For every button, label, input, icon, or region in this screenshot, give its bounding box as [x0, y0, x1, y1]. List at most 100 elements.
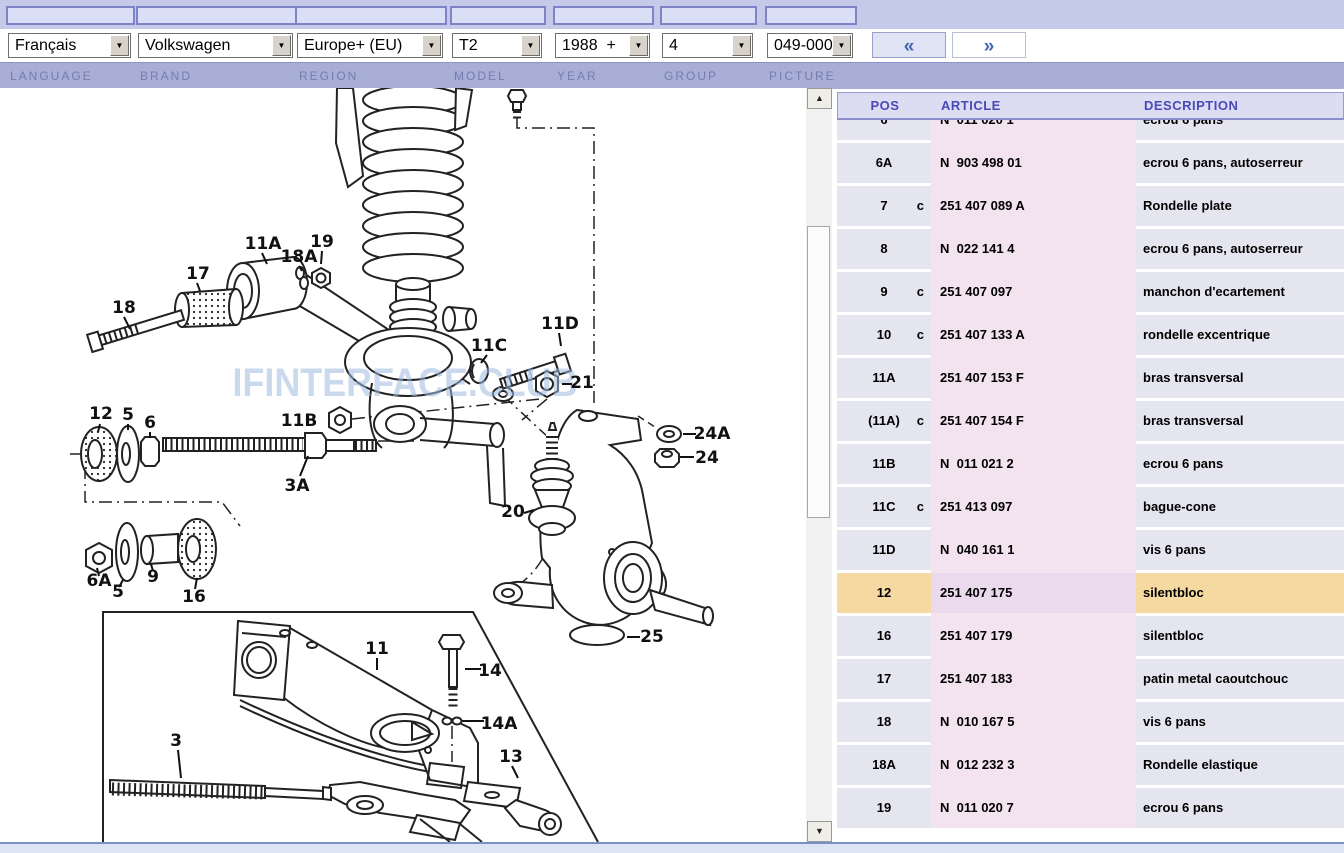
description-cell: silentbloc [1136, 573, 1344, 613]
table-row[interactable]: 18AN 012 232 3Rondelle elastique [837, 745, 1344, 785]
dropdown-arrow-icon[interactable]: ▼ [832, 35, 851, 56]
table-row[interactable]: 8N 022 141 4ecrou 6 pans, autoserreur [837, 229, 1344, 269]
description-cell: ecrou 6 pans, autoserreur [1136, 143, 1344, 183]
language-dropdown[interactable]: Français▼ [8, 33, 131, 58]
brand-dropdown-value: Volkswagen [145, 34, 272, 57]
diagram-position-label[interactable]: 6 [144, 413, 156, 433]
table-scrollbar[interactable]: ▲ ▼ [806, 88, 832, 842]
table-row[interactable]: 10c251 407 133 Arondelle excentrique [837, 315, 1344, 355]
description-cell: ecrou 6 pans [1136, 788, 1344, 828]
diagram-position-label[interactable]: 24 [695, 448, 719, 468]
table-row[interactable]: 6N 011 020 1ecrou 6 pans [837, 120, 1344, 140]
pos-cell: 18A [837, 745, 931, 785]
table-row[interactable]: 7c251 407 089 ARondelle plate [837, 186, 1344, 226]
table-row[interactable]: (11A)c251 407 154 Fbras transversal [837, 401, 1344, 441]
table-row[interactable]: 19N 011 020 7ecrou 6 pans [837, 788, 1344, 828]
pos-cell: 11Cc [837, 487, 931, 527]
diagram-position-label[interactable]: 13 [499, 747, 523, 767]
diagram-position-label[interactable]: 24A [694, 424, 732, 444]
diagram-position-label[interactable]: 11B [281, 411, 318, 431]
dropdown-arrow-icon[interactable]: ▼ [110, 35, 129, 56]
pos-cell: 12 [837, 573, 931, 613]
pos-cell: 9c [837, 272, 931, 312]
description-cell: vis 6 pans [1136, 702, 1344, 742]
article-cell: N 012 232 3 [931, 745, 1136, 785]
field-label-picture: PICTURE [769, 63, 836, 89]
description-cell: ecrou 6 pans [1136, 444, 1344, 484]
next-picture-button[interactable]: » [952, 32, 1026, 58]
picture-dropdown-value: 049-000 [774, 34, 832, 57]
table-row[interactable]: 11A251 407 153 Fbras transversal [837, 358, 1344, 398]
column-header-description: DESCRIPTION [1137, 93, 1344, 118]
toolbar-slot-region [295, 6, 447, 25]
table-row[interactable]: 12251 407 175silentbloc [837, 573, 1344, 613]
toolbar: Français▼Volkswagen▼Europe+ (EU)▼T2▼1988… [0, 0, 1344, 88]
diagram-position-label[interactable]: 5 [122, 405, 134, 425]
diagram-position-label[interactable]: 11 [365, 639, 389, 659]
diagram-position-label[interactable]: 11C [471, 336, 507, 356]
diagram-position-label[interactable]: 11A [245, 234, 283, 254]
diagram-position-label[interactable]: 16 [182, 587, 206, 607]
diagram-position-label[interactable]: 6A [87, 571, 113, 591]
diagram-position-label[interactable]: 25 [640, 627, 664, 647]
article-cell: N 903 498 01 [931, 143, 1136, 183]
pos-cell: 6A [837, 143, 931, 183]
dropdown-arrow-icon[interactable]: ▼ [521, 35, 540, 56]
model-dropdown[interactable]: T2▼ [452, 33, 542, 58]
diagram-position-label[interactable]: 20 [501, 502, 525, 522]
table-row[interactable]: 16251 407 179silentbloc [837, 616, 1344, 656]
field-label-region: REGION [299, 63, 358, 89]
table-row[interactable]: 11DN 040 161 1vis 6 pans [837, 530, 1344, 570]
table-row[interactable]: 17251 407 183patin metal caoutchouc [837, 659, 1344, 699]
dropdown-arrow-icon[interactable]: ▼ [732, 35, 751, 56]
flag-cell: c [917, 401, 924, 441]
flag-cell: c [917, 315, 924, 355]
field-label-brand: BRAND [140, 63, 192, 89]
brand-dropdown[interactable]: Volkswagen▼ [138, 33, 293, 58]
diagram-position-label[interactable]: 12 [89, 404, 113, 424]
table-row[interactable]: 11Cc251 413 097bague-cone [837, 487, 1344, 527]
toolbar-slot-language [6, 6, 135, 25]
table-row[interactable]: 6AN 903 498 01ecrou 6 pans, autoserreur [837, 143, 1344, 183]
region-dropdown[interactable]: Europe+ (EU)▼ [297, 33, 443, 58]
scrollbar-thumb[interactable] [807, 226, 830, 518]
pos-cell: (11A)c [837, 401, 931, 441]
table-row[interactable]: 11BN 011 021 2ecrou 6 pans [837, 444, 1344, 484]
dropdown-arrow-icon[interactable]: ▼ [272, 35, 291, 56]
diagram-position-label[interactable]: 9 [147, 567, 159, 587]
dropdown-arrow-icon[interactable]: ▼ [422, 35, 441, 56]
dropdown-arrow-icon[interactable]: ▼ [629, 35, 648, 56]
diagram-position-label[interactable]: 14A [481, 714, 519, 734]
diagram-position-label[interactable]: 3 [170, 731, 182, 751]
scroll-up-icon[interactable]: ▲ [807, 88, 832, 109]
article-cell: 251 407 089 A [931, 186, 1136, 226]
table-header: POS ARTICLE DESCRIPTION [837, 92, 1344, 120]
table-row[interactable]: 18N 010 167 5vis 6 pans [837, 702, 1344, 742]
watermark: IFINTERFACE.CLUB [233, 361, 578, 405]
picture-dropdown[interactable]: 049-000▼ [767, 33, 853, 58]
diagram-position-label[interactable]: 17 [186, 264, 210, 284]
article-cell: 251 407 153 F [931, 358, 1136, 398]
diagram-position-label[interactable]: 21 [570, 373, 594, 393]
previous-picture-button[interactable]: « [872, 32, 946, 58]
article-cell: N 010 167 5 [931, 702, 1136, 742]
diagram-position-label[interactable]: 5 [112, 582, 124, 602]
diagram-position-label[interactable]: 18 [112, 298, 136, 318]
article-cell: 251 407 097 [931, 272, 1136, 312]
pos-cell: 7c [837, 186, 931, 226]
group-dropdown-value: 4 [669, 34, 732, 57]
year-dropdown[interactable]: 1988 +▼ [555, 33, 650, 58]
group-dropdown[interactable]: 4▼ [662, 33, 753, 58]
diagram-position-label[interactable]: 19 [310, 232, 334, 252]
diagram-position-label[interactable]: 14 [478, 661, 502, 681]
description-cell: Rondelle elastique [1136, 745, 1344, 785]
description-cell: Rondelle plate [1136, 186, 1344, 226]
article-cell: 251 407 154 F [931, 401, 1136, 441]
article-cell: N 011 020 7 [931, 788, 1136, 828]
diagram-position-label[interactable]: 11D [541, 314, 579, 334]
diagram-position-label[interactable]: 3A [285, 476, 311, 496]
description-cell: rondelle excentrique [1136, 315, 1344, 355]
pos-cell: 6 [837, 120, 931, 140]
scroll-down-icon[interactable]: ▼ [807, 821, 832, 842]
table-row[interactable]: 9c251 407 097manchon d'ecartement [837, 272, 1344, 312]
